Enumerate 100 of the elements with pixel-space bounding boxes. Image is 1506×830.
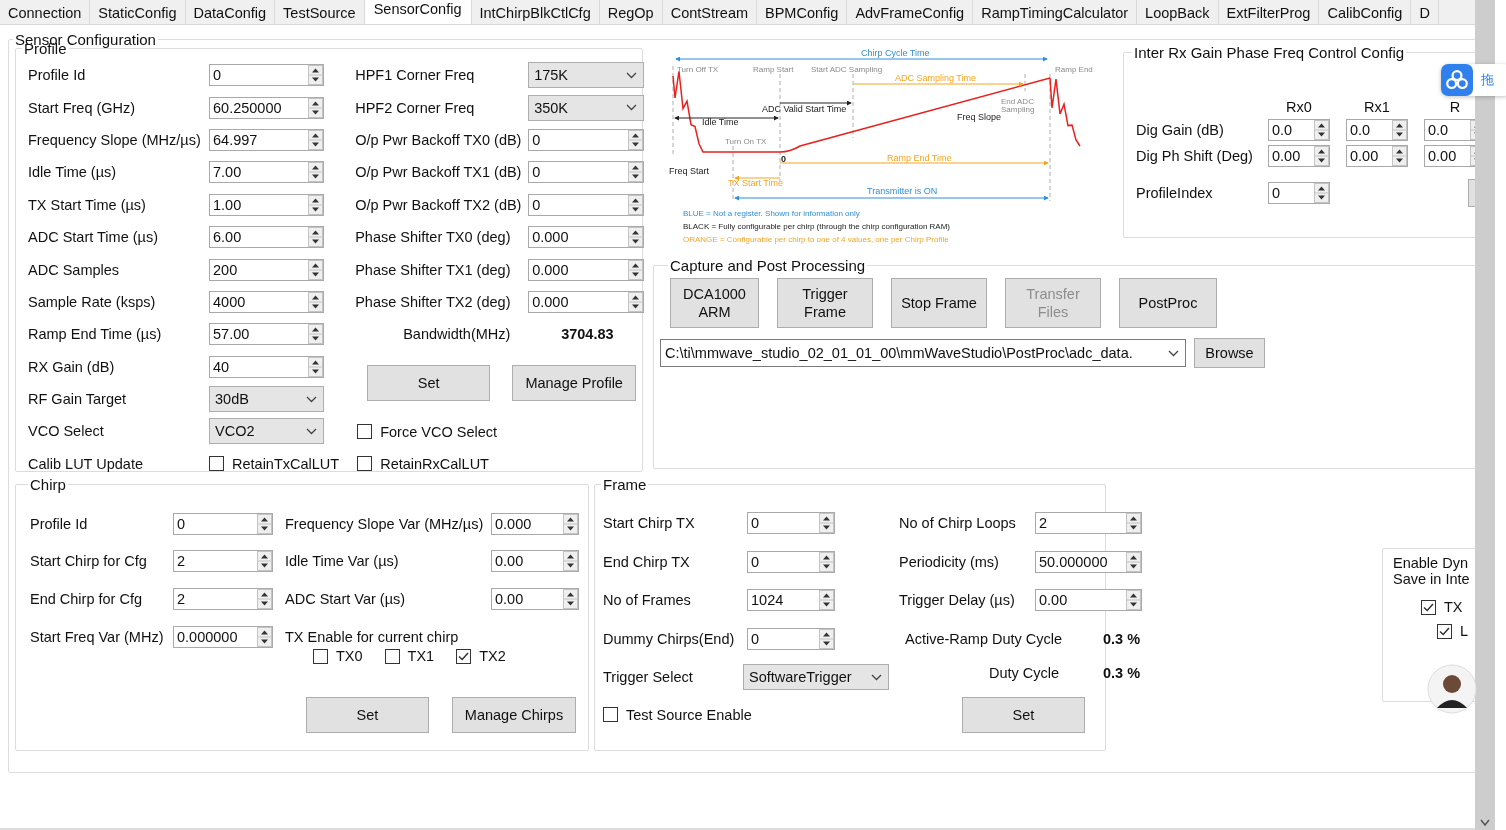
spin-field[interactable]: 0 — [747, 550, 835, 573]
spin-field[interactable]: 200 — [209, 258, 324, 281]
spin-field[interactable]: 0.00 — [1424, 145, 1475, 167]
field-label: RF Gain Target — [28, 391, 128, 408]
diagram-label: ADC Valid Start Time — [762, 104, 847, 114]
spin-field[interactable]: 2 — [1035, 512, 1142, 535]
readout-value: 0.3 % — [1103, 630, 1141, 647]
group-title: Enable Dyn — [1393, 555, 1469, 571]
spin-field[interactable]: 0.00 — [1268, 145, 1330, 167]
diagram-label: Freq Start — [669, 166, 709, 176]
column-header: Rx1 — [1363, 99, 1391, 115]
spin-field[interactable]: 0.0 — [1346, 119, 1408, 141]
field-label: Start Chirp TX — [603, 515, 696, 532]
action-button[interactable]: Set — [306, 697, 429, 734]
spin-field[interactable]: 0.0 — [1424, 119, 1475, 141]
set-button[interactable]: Set — [962, 696, 1085, 733]
spin-field[interactable]: 0 — [209, 64, 324, 87]
field-label: Start Freq Var (MHz) — [30, 628, 165, 645]
checkbox[interactable]: TX0 — [313, 648, 363, 665]
checkbox[interactable]: TX2 — [456, 648, 506, 665]
readout-value: 3704.83 — [561, 326, 614, 343]
spin-field[interactable]: 0.00 — [491, 588, 579, 610]
spin-field[interactable]: 0 — [173, 512, 273, 535]
action-button[interactable]: Manage Profile — [512, 364, 637, 401]
field-label: Phase Shifter TX0 (deg) — [355, 229, 512, 246]
spin-field[interactable]: 0.0 — [1268, 119, 1330, 141]
tab[interactable]: SensorConfig — [364, 0, 472, 24]
action-button[interactable]: Stop Frame — [891, 278, 987, 328]
dropdown[interactable]: SoftwareTrigger — [743, 664, 889, 691]
checkbox[interactable]: TX — [1421, 599, 1475, 615]
spin-field[interactable]: 0 — [747, 627, 835, 650]
spin-field[interactable]: 40 — [209, 355, 324, 378]
field-label: Idle Time (µs) — [28, 164, 118, 181]
spin-field[interactable]: 0.000 — [528, 258, 645, 281]
spin-field[interactable]: 0 — [528, 193, 645, 216]
diagram-label: BLACK = Fully configurable per chirp (through the chirp configuration RAM) — [683, 222, 951, 231]
field-label: Idle Time Var (µs) — [285, 553, 400, 570]
column-header: R — [1448, 99, 1462, 115]
spin-field[interactable]: 1024 — [747, 589, 835, 612]
action-button[interactable]: Set — [367, 364, 491, 401]
dropdown[interactable]: 175K — [528, 62, 645, 89]
field-label: Phase Shifter TX1 (deg) — [355, 261, 512, 278]
spin-field[interactable]: 64.997 — [209, 128, 324, 151]
spin-field[interactable]: 7.00 — [209, 161, 324, 184]
spin-field[interactable]: 60.250000 — [209, 96, 324, 119]
diagram-label: Ramp Start — [753, 65, 794, 74]
field-label: Profile Id — [30, 515, 89, 532]
checkbox[interactable]: L — [1437, 623, 1475, 639]
spin-field[interactable]: 0.00 — [1035, 589, 1142, 612]
field-label: TX Start Time (µs) — [28, 196, 147, 213]
diagram-label: Start ADC Sampling — [811, 65, 883, 74]
spin-field[interactable]: 57.00 — [209, 323, 324, 346]
spin-field[interactable]: 0 — [747, 512, 835, 535]
dropdown[interactable]: 30dB — [209, 386, 324, 413]
dropdown[interactable]: VCO2 — [209, 418, 324, 445]
group-title: Capture and Post Processing — [669, 258, 867, 274]
group-title: Frame — [602, 476, 648, 493]
spin-field[interactable]: 2 — [173, 588, 273, 610]
spin-field[interactable]: 0.00 — [1346, 145, 1408, 167]
field-label: HPF1 Corner Freq — [355, 67, 476, 84]
group-title: Save in Inte — [1393, 571, 1471, 587]
spin-field[interactable]: 2 — [173, 550, 273, 573]
checkbox[interactable]: Test Source Enable — [603, 706, 752, 723]
spin-field[interactable]: 0.000 — [528, 290, 645, 313]
spin-field[interactable]: 6.00 — [209, 226, 324, 249]
spin-field[interactable]: 0.000 — [528, 226, 645, 249]
spin-field[interactable]: 1.00 — [209, 193, 324, 216]
checkbox[interactable]: Force VCO Select — [357, 423, 497, 440]
action-button[interactable]: Manage Chirps — [452, 697, 576, 734]
field-label: Start Chirp for Cfg — [30, 553, 148, 570]
diagram-label: Freq Slope — [957, 112, 1002, 122]
field-label: ProfileIndex — [1136, 185, 1214, 201]
dropdown[interactable]: 350K — [528, 94, 645, 121]
spin-field[interactable]: 0 — [528, 128, 645, 151]
diagram-label: Idle Time — [702, 117, 739, 127]
spin-field[interactable]: 0.000000 — [173, 625, 273, 648]
spin-field[interactable]: 0.000 — [491, 512, 579, 535]
action-button[interactable]: PostProc — [1119, 278, 1217, 328]
action-button[interactable]: DCA1000 ARM — [670, 278, 759, 328]
spin-field[interactable]: 50.000000 — [1035, 550, 1142, 573]
checkbox[interactable]: RetainTxCalLUT — [209, 455, 340, 472]
spin-field[interactable]: 0.00 — [491, 550, 579, 573]
checkbox[interactable]: TX1 — [384, 648, 435, 665]
field-label: Calib LUT Update — [28, 455, 144, 472]
field-label: Profile Id — [28, 67, 87, 84]
spin-field[interactable]: 0 — [528, 161, 645, 184]
diagram-label: Turn On TX — [725, 137, 767, 146]
spin-field[interactable]: 4000 — [209, 290, 324, 313]
spin-field[interactable]: 0 — [1268, 182, 1330, 204]
browse-button[interactable]: Browse — [1194, 338, 1265, 368]
field-label: ADC Start Var (µs) — [285, 591, 407, 607]
action-button[interactable]: Trigger Frame — [777, 278, 873, 328]
path-dropdown[interactable]: C:\ti\mmwave_studio_02_01_01_00\mmWaveStudio\PostProc\adc_data. — [660, 339, 1186, 367]
floating-button[interactable]: 拖 — [1441, 64, 1506, 96]
field-label: No of Chirp Loops — [899, 515, 1017, 532]
field-label: Trigger Select — [603, 669, 694, 686]
diagram-label: Sampling — [1001, 105, 1035, 114]
diagram-label: ORANGE = Configurable per chirp to one of 4 values, one per Chirp Profile — [683, 235, 949, 244]
field-label: End Chirp for Cfg — [30, 591, 144, 607]
checkbox[interactable]: RetainRxCalLUT — [357, 455, 489, 472]
